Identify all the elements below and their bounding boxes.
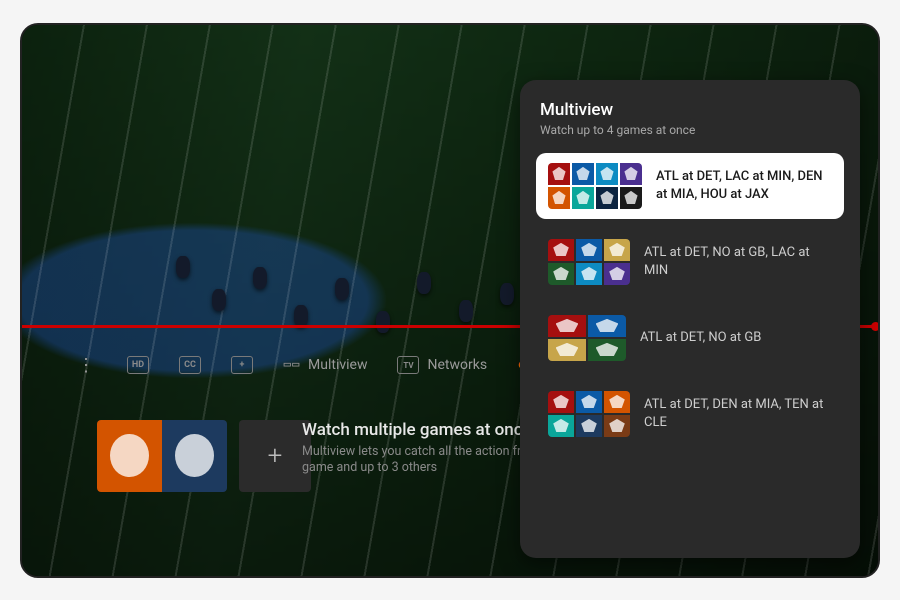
panel-subtitle: Watch up to 4 games at once	[540, 123, 844, 137]
multiview-tile-row: +	[97, 420, 311, 492]
team-cell	[548, 263, 574, 285]
team-logo-icon	[552, 167, 565, 180]
team-logo-icon	[596, 319, 619, 332]
team-cell	[576, 391, 602, 413]
tv-icon: TV	[397, 356, 419, 374]
team-cell	[576, 415, 602, 437]
team-logo-icon	[581, 419, 597, 432]
networks-label: Networks	[427, 357, 487, 373]
team-cell	[604, 391, 630, 413]
team-logo-icon	[552, 191, 565, 204]
multiview-option[interactable]: ATL at DET, NO at GB, LAC at MIN	[536, 229, 844, 295]
multiview-panel: Multiview Watch up to 4 games at once AT…	[520, 80, 860, 558]
team-logo-icon	[576, 191, 589, 204]
team-logo-icon	[600, 167, 613, 180]
option-label: ATL at DET, NO at GB, LAC at MIN	[644, 244, 832, 279]
team-cell	[548, 163, 570, 185]
team-grid	[548, 239, 630, 285]
team-logo-icon	[581, 267, 597, 280]
team-cell	[572, 163, 594, 185]
team-logo-icon	[581, 395, 597, 408]
team-logo-icon	[576, 167, 589, 180]
team-logo-icon	[110, 434, 149, 477]
team-logo-icon	[596, 343, 619, 356]
player-controls: ⋮ HD CC + ▭▭ Multiview TV Networks 🔥 Key…	[77, 355, 595, 376]
add-button[interactable]: +	[231, 356, 253, 374]
multiview-button[interactable]: ▭▭ Multiview	[283, 356, 367, 374]
team-cell	[572, 187, 594, 209]
team-cell	[548, 187, 570, 209]
team-cell	[620, 163, 642, 185]
team-logo-icon	[556, 319, 579, 332]
multiview-icon: ▭▭	[283, 356, 300, 374]
multiview-option[interactable]: ATL at DET, DEN at MIA, TEN at CLE	[536, 381, 844, 447]
team-logo-icon	[609, 243, 625, 256]
multiview-label: Multiview	[308, 357, 367, 373]
panel-header: Multiview Watch up to 4 games at once	[536, 100, 844, 137]
networks-button[interactable]: TV Networks	[397, 356, 487, 374]
team-cell	[548, 239, 574, 261]
team-logo-icon	[556, 343, 579, 356]
multiview-option[interactable]: ATL at DET, NO at GB	[536, 305, 844, 371]
multiview-option[interactable]: ATL at DET, LAC at MIN, DEN at MIA, HOU …	[536, 153, 844, 219]
team-cell	[596, 187, 618, 209]
team-cell	[97, 420, 162, 492]
team-cell	[588, 339, 626, 361]
team-cell	[548, 391, 574, 413]
team-cell	[620, 187, 642, 209]
team-cell	[604, 239, 630, 261]
add-stream-button[interactable]: +	[239, 420, 311, 492]
team-logo-icon	[553, 395, 569, 408]
panel-title: Multiview	[540, 100, 844, 120]
team-logo-icon	[553, 267, 569, 280]
team-logo-icon	[609, 419, 625, 432]
hd-badge[interactable]: HD	[127, 356, 149, 374]
team-logo-icon	[624, 191, 637, 204]
team-logo-icon	[609, 267, 625, 280]
team-cell	[588, 315, 626, 337]
team-logo-icon	[175, 434, 214, 477]
team-logo-icon	[609, 395, 625, 408]
team-cell	[548, 415, 574, 437]
team-cell	[548, 315, 586, 337]
option-label: ATL at DET, DEN at MIA, TEN at CLE	[644, 396, 832, 431]
team-cell	[576, 263, 602, 285]
team-cell	[576, 239, 602, 261]
team-grid	[548, 315, 626, 361]
team-logo-icon	[553, 243, 569, 256]
team-logo-icon	[553, 419, 569, 432]
team-grid	[548, 163, 642, 209]
team-logo-icon	[581, 243, 597, 256]
option-label: ATL at DET, LAC at MIN, DEN at MIA, HOU …	[656, 168, 832, 203]
team-cell	[604, 415, 630, 437]
options-list: ATL at DET, LAC at MIN, DEN at MIA, HOU …	[536, 153, 844, 457]
option-label: ATL at DET, NO at GB	[640, 329, 832, 347]
team-logo-icon	[600, 191, 613, 204]
team-cell	[548, 339, 586, 361]
team-cell	[162, 420, 227, 492]
team-grid	[548, 391, 630, 437]
team-logo-icon	[624, 167, 637, 180]
tv-screen: ⋮ HD CC + ▭▭ Multiview TV Networks 🔥 Key…	[20, 23, 880, 578]
team-cell	[604, 263, 630, 285]
team-cell	[596, 163, 618, 185]
current-multiview-tile[interactable]	[97, 420, 227, 492]
cc-button[interactable]: CC	[179, 356, 201, 374]
more-menu-button[interactable]: ⋮	[77, 355, 97, 376]
